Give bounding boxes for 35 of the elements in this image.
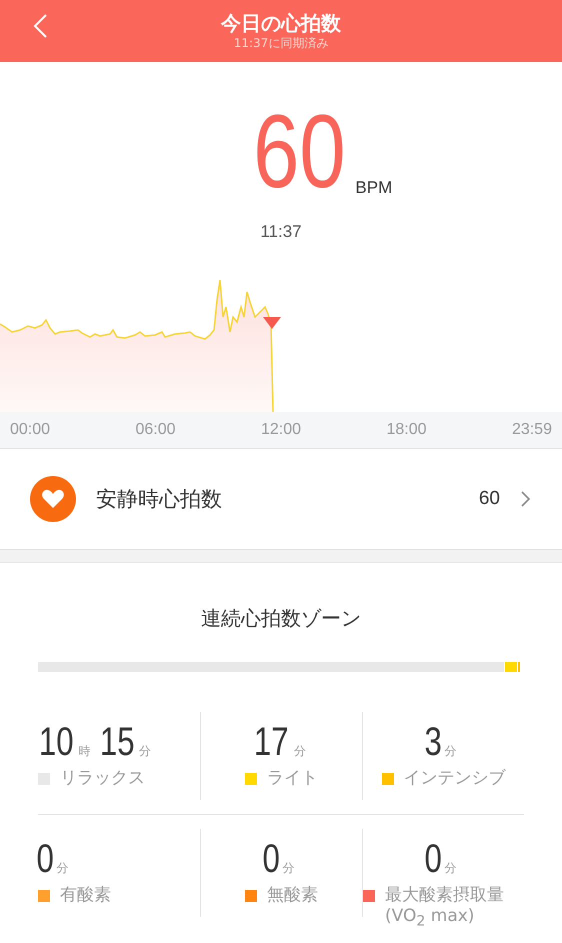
chevron-icon [520,490,532,508]
unit-label: 分 [444,743,457,760]
zone-label: 有酸素 [60,885,111,906]
screen-title: 今日の心拍数 [221,11,341,35]
zone-label: リラックス [60,768,145,789]
axis-label: 00:00 [10,421,50,439]
duration-value: 15 [99,720,134,764]
unit-label: 時 [78,743,90,760]
resting-value: 60 [478,488,500,510]
sync-status: 11:37に同期済み [234,35,328,51]
duration-value: 0 [36,837,54,881]
axis-label: 12:00 [260,421,302,439]
resting-label: 安静時心拍数 [96,486,223,513]
axis-label: 18:00 [386,421,426,439]
duration-value: 17 [254,720,289,764]
resting-heart-rate-row[interactable]: 安静時心拍数 60 [0,449,562,549]
zone-label: 無酸素 [267,885,318,906]
measure-time: 11:37 [260,222,302,242]
heart-rate-value: 60 [252,102,346,202]
zone-label: インテンシブ [404,768,506,789]
unit-label: 分 [139,743,151,760]
unit-label: 分 [56,860,68,877]
zone-label: 最大酸素摂取量 (VO$_{2}$ max) [385,885,505,932]
unit-label: BPM [355,178,392,198]
axis-label: 06:00 [135,421,176,439]
duration-value: 0 [424,837,442,881]
zone-label: ライト [267,768,318,789]
duration-value: 10 [38,720,74,764]
unit-label: 分 [444,860,457,877]
axis-label: 23:59 [512,421,552,439]
section-title: 連続心拍数ゾーン [200,605,362,632]
duration-value: 0 [262,837,280,881]
unit-label: 分 [282,860,295,877]
unit-label: 分 [294,743,306,760]
duration-value: 3 [424,720,442,764]
